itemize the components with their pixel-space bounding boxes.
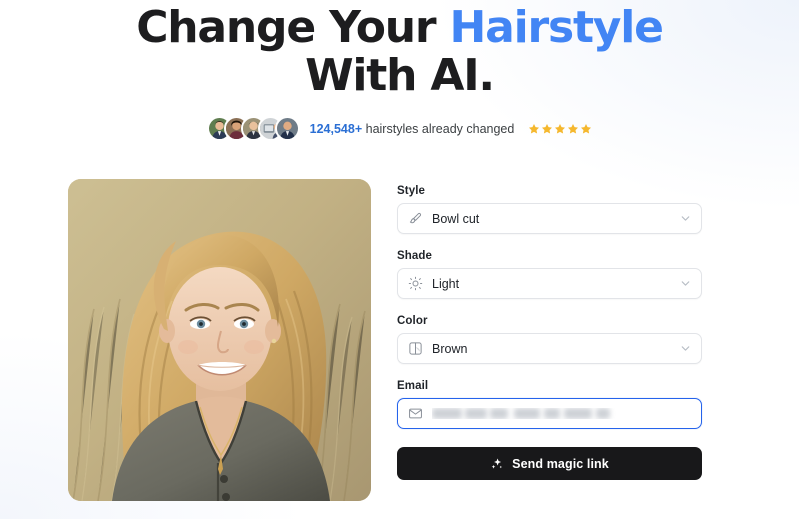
email-input[interactable] [397, 398, 702, 429]
style-value: Bowl cut [432, 211, 480, 226]
style-select[interactable]: Bowl cut [397, 203, 702, 234]
star-rating [528, 123, 592, 135]
color-field: Color Brown [397, 315, 702, 364]
avatar-image-5 [276, 118, 298, 139]
shade-select[interactable]: Light [397, 268, 702, 299]
page-title: Change Your Hairstyle With AI. [0, 4, 799, 100]
email-value-redacted [432, 408, 662, 419]
color-select[interactable]: Brown [397, 333, 702, 364]
sun-icon [408, 276, 423, 291]
star-icon [581, 123, 592, 134]
page-root: Change Your Hairstyle With AI. 124,548+ … [0, 0, 799, 519]
style-field: Style Bowl cut [397, 185, 702, 234]
star-icon [542, 123, 553, 134]
color-value: Brown [432, 341, 468, 356]
social-proof-text: 124,548+ hairstyles already changed [310, 122, 515, 136]
paintbrush-icon [408, 211, 423, 226]
shade-label: Shade [397, 250, 433, 262]
color-label: Color [397, 315, 428, 327]
social-proof-label: hairstyles already changed [365, 121, 515, 136]
send-magic-link-label: Send magic link [512, 456, 609, 471]
email-label: Email [397, 380, 429, 392]
hero-title-accent: Hairstyle [449, 2, 664, 53]
shade-value: Light [432, 276, 460, 291]
social-proof-count: 124,548+ [309, 121, 363, 136]
star-icon [555, 123, 566, 134]
hairstyle-form: Style Bowl cut Shade Light Color Brown E… [397, 179, 702, 480]
chevron-down-icon[interactable] [679, 277, 692, 290]
portrait-photo-image [68, 179, 371, 501]
shade-field: Shade Light [397, 250, 702, 299]
hero-title-line2: With AI. [305, 50, 495, 101]
style-label: Style [397, 185, 425, 197]
email-field-group: Email [397, 380, 702, 429]
portrait-photo [68, 179, 371, 501]
envelope-icon [408, 406, 423, 421]
star-icon [529, 123, 540, 134]
social-proof-row: 124,548+ hairstyles already changed [0, 116, 799, 141]
chevron-down-icon[interactable] [679, 342, 692, 355]
avatar-group [206, 116, 300, 141]
chevron-down-icon[interactable] [679, 212, 692, 225]
avatar-person-5 [274, 116, 300, 141]
color-swatch-icon [408, 341, 423, 356]
hero-title-part1: Change Your [136, 2, 450, 53]
send-magic-link-button[interactable]: Send magic link [397, 447, 702, 480]
sparkles-icon [490, 457, 504, 471]
star-icon [568, 123, 579, 134]
main-content: Style Bowl cut Shade Light Color Brown E… [0, 179, 799, 501]
hero-section: Change Your Hairstyle With AI. 124,548+ … [0, 0, 799, 141]
